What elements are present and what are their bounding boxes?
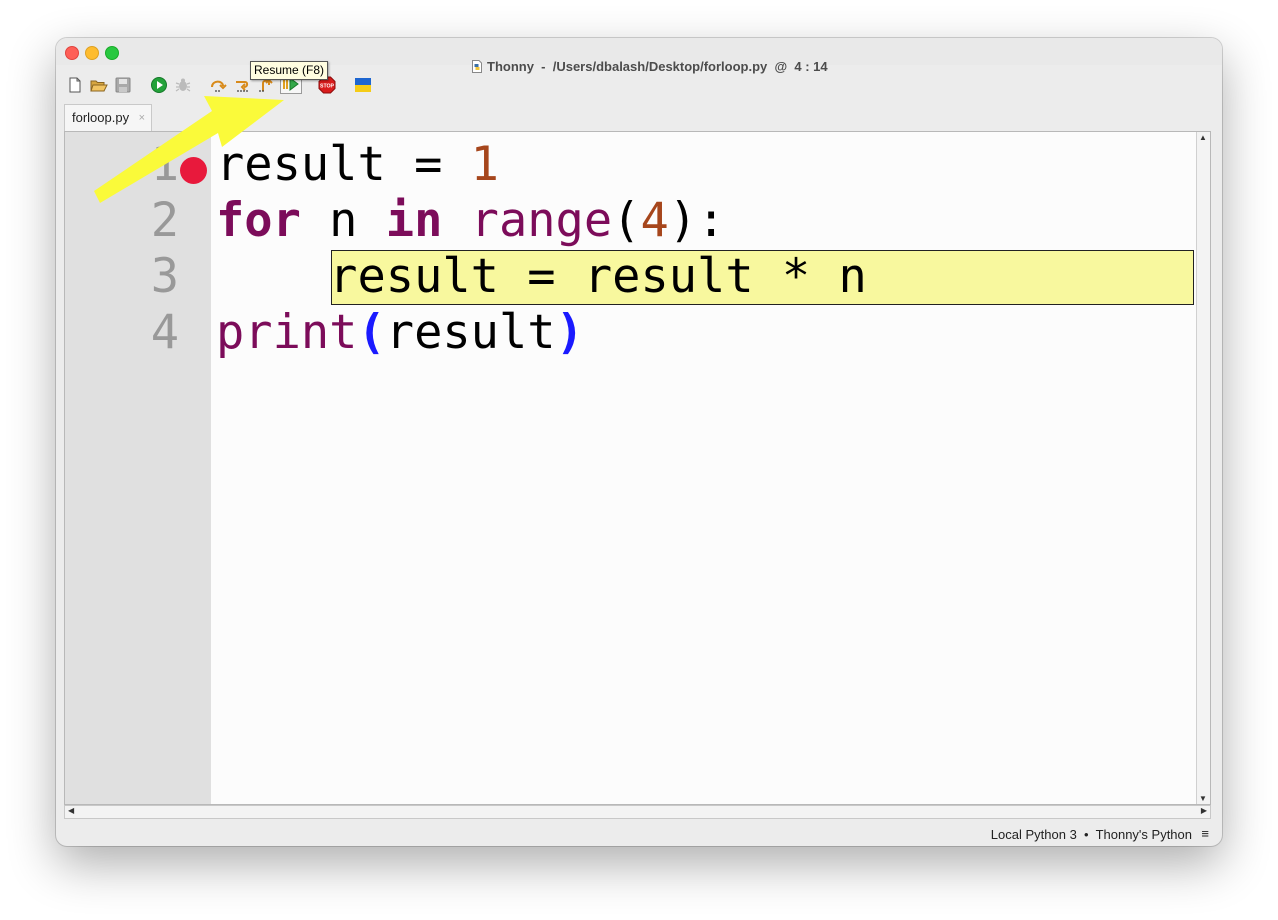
code-token: ) bbox=[555, 305, 584, 360]
status-bar: Local Python 3 • Thonny's Python ≡ bbox=[56, 823, 1222, 846]
title-bar: Thonny - /Users/dbalash/Desktop/forloop.… bbox=[56, 38, 1222, 74]
code-token: result = bbox=[216, 137, 471, 192]
step-over-icon[interactable] bbox=[209, 76, 227, 94]
code-token: 4 bbox=[640, 193, 669, 248]
scroll-left-icon[interactable]: ◀ bbox=[68, 806, 74, 815]
code-token: for bbox=[216, 193, 301, 248]
code-token: range bbox=[470, 193, 613, 248]
step-into-icon[interactable] bbox=[233, 76, 251, 94]
new-file-icon[interactable] bbox=[66, 76, 84, 94]
breakpoint-marker[interactable] bbox=[180, 157, 207, 184]
code-token: ): bbox=[668, 193, 726, 248]
scroll-right-icon[interactable]: ▶ bbox=[1201, 806, 1207, 815]
line-number-gutter[interactable]: 1 2 3 4 bbox=[65, 132, 211, 804]
tab-forloop[interactable]: forloop.py × bbox=[64, 104, 152, 131]
code-token: result = result * n bbox=[216, 249, 867, 304]
tab-close-icon[interactable]: × bbox=[139, 105, 145, 131]
thonny-window: Thonny - /Users/dbalash/Desktop/forloop.… bbox=[56, 38, 1222, 846]
code-line[interactable]: result = result * n bbox=[216, 249, 867, 305]
code-token: n bbox=[300, 193, 386, 248]
line-number: 4 bbox=[150, 305, 179, 360]
line-number: 1 bbox=[150, 137, 179, 192]
line-number: 3 bbox=[150, 249, 179, 304]
toolbar: STOP bbox=[56, 68, 1222, 100]
svg-text:STOP: STOP bbox=[320, 83, 335, 89]
tab-label: forloop.py bbox=[72, 110, 130, 125]
debug-icon[interactable] bbox=[174, 76, 192, 94]
code-line[interactable]: result = 1 bbox=[216, 137, 499, 193]
ukraine-flag-icon[interactable] bbox=[354, 76, 372, 94]
open-file-icon[interactable] bbox=[90, 76, 108, 94]
code-token: print bbox=[216, 305, 358, 360]
code-token: in bbox=[385, 193, 443, 248]
interpreter-status[interactable]: Local Python 3 • Thonny's Python bbox=[991, 827, 1192, 842]
code-token: 1 bbox=[470, 137, 499, 192]
scroll-down-icon[interactable]: ▼ bbox=[1199, 794, 1207, 803]
code-token: ( bbox=[612, 193, 641, 248]
horizontal-scrollbar[interactable]: ◀ ▶ bbox=[64, 805, 1211, 819]
code-token: ( bbox=[357, 305, 386, 360]
run-icon[interactable] bbox=[150, 76, 168, 94]
resume-tooltip: Resume (F8) bbox=[250, 61, 329, 80]
code-line[interactable]: for n in range(4): bbox=[216, 193, 725, 249]
line-number: 2 bbox=[150, 193, 179, 248]
vertical-scrollbar[interactable]: ▲ ▼ bbox=[1196, 132, 1210, 804]
scroll-up-icon[interactable]: ▲ bbox=[1199, 133, 1207, 142]
code-line[interactable]: print(result) bbox=[216, 305, 584, 361]
code-token: result bbox=[385, 305, 556, 360]
save-file-icon[interactable] bbox=[114, 76, 132, 94]
code-editor[interactable]: 1 2 3 4 result = 1 for n in range(4): res… bbox=[64, 131, 1211, 805]
menu-icon[interactable]: ≡ bbox=[1201, 826, 1209, 841]
